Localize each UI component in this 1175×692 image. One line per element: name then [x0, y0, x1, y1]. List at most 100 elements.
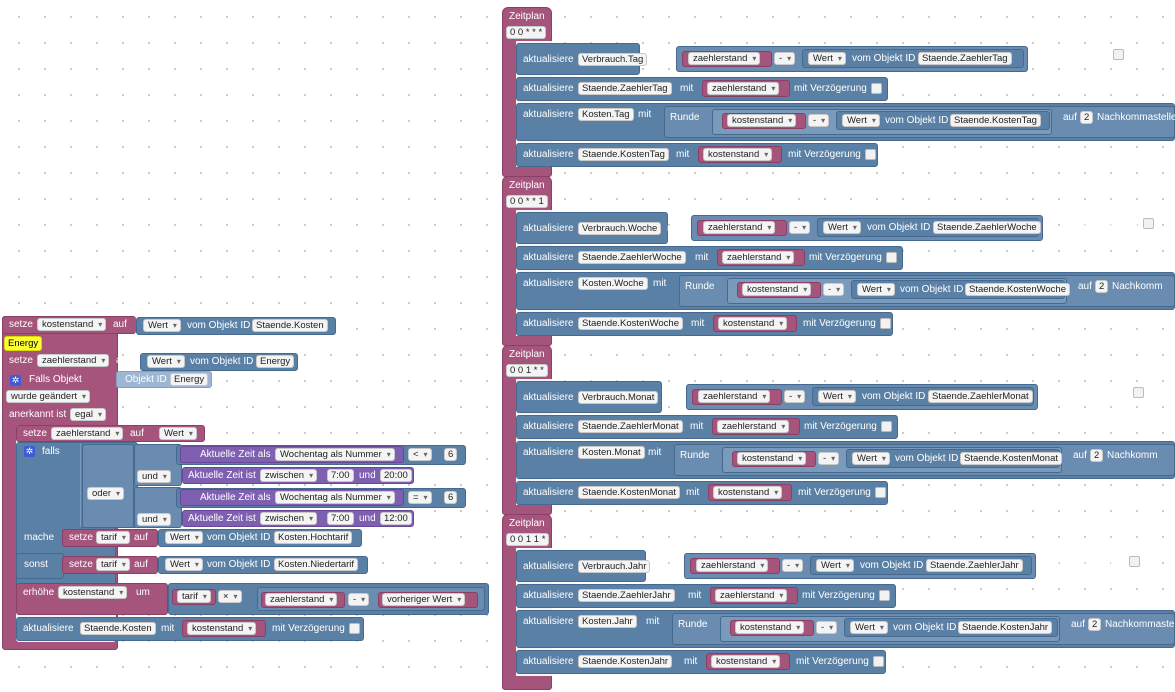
minus-op-dropdown[interactable]: - — [784, 390, 806, 403]
var-zaehlerstand-dropdown[interactable]: zaehlerstand — [265, 593, 338, 606]
time-end-input[interactable]: 12:00 — [380, 512, 412, 525]
minus-op-dropdown[interactable]: - — [348, 593, 370, 606]
var-zaehlerstand-dropdown[interactable]: zaehlerstand — [715, 589, 788, 602]
var-zaehlerstand-dropdown[interactable]: zaehlerstand — [722, 251, 795, 264]
object-id-staende-kosten[interactable]: Staende.Kosten — [252, 319, 328, 332]
object-id-staende-kosten[interactable]: Staende.KostenMonat — [960, 452, 1063, 465]
var-kostenstand-dropdown[interactable]: kostenstand — [742, 283, 812, 296]
object-id-staende-kosten[interactable]: Staende.Kosten — [80, 622, 156, 635]
wert-dropdown[interactable]: Wert — [165, 531, 203, 544]
or-block[interactable] — [82, 444, 134, 528]
minus-op-dropdown[interactable]: - — [782, 559, 804, 572]
object-id-staende-kosten[interactable]: Staende.KostenJahr — [958, 621, 1053, 634]
wert-dropdown[interactable]: Wert — [823, 221, 861, 234]
delay-checkbox[interactable] — [871, 83, 882, 94]
wert-dropdown[interactable]: Wert — [857, 283, 895, 296]
digits-input[interactable]: 2 — [1088, 618, 1102, 631]
time-start-input[interactable]: 7:00 — [327, 512, 354, 525]
cron-input[interactable]: 0 0 * * * — [506, 26, 547, 39]
object-id-staende-kosten[interactable]: Staende.KostenWoche — [578, 317, 684, 330]
delay-checkbox[interactable] — [865, 149, 876, 160]
delay-checkbox[interactable] — [880, 318, 891, 329]
var-kostenstand-dropdown[interactable]: kostenstand — [727, 114, 797, 127]
object-id-verbrauch[interactable]: Verbrauch.Woche — [578, 222, 662, 235]
object-id-staende-kosten[interactable]: Staende.KostenJahr — [578, 655, 673, 668]
wert-dropdown[interactable]: Wert — [852, 452, 890, 465]
var-kostenstand-dropdown[interactable]: kostenstand — [37, 318, 107, 331]
var-zaehlerstand-dropdown[interactable]: zaehlerstand — [696, 559, 769, 572]
wert-dropdown[interactable]: Wert — [808, 52, 846, 65]
minus-op-dropdown[interactable]: - — [789, 221, 811, 234]
var-zaehlerstand-dropdown[interactable]: zaehlerstand — [707, 82, 780, 95]
or-dropdown[interactable]: oder — [87, 487, 125, 500]
time-end-input[interactable]: 20:00 — [380, 469, 412, 482]
object-id-staende-zaehler[interactable]: Staende.ZaehlerTag — [578, 82, 672, 95]
object-id-energy[interactable]: Energy — [256, 355, 295, 368]
digits-input[interactable]: 2 — [1090, 449, 1104, 462]
trigger-change-dropdown[interactable]: wurde geändert — [6, 390, 91, 403]
delay-checkbox[interactable] — [1143, 218, 1154, 229]
object-id-kosten[interactable]: Kosten.Monat — [578, 446, 645, 459]
wert-dropdown[interactable]: Wert — [147, 355, 185, 368]
var-kostenstand-dropdown[interactable]: kostenstand — [718, 317, 788, 330]
object-id-staende-zaehler[interactable]: Staende.ZaehlerWoche — [578, 251, 686, 264]
delay-checkbox[interactable] — [879, 590, 890, 601]
delay-checkbox[interactable] — [349, 623, 360, 634]
minus-op-dropdown[interactable]: - — [816, 621, 838, 634]
var-tarif-dropdown[interactable]: tarif — [177, 590, 211, 603]
delay-checkbox[interactable] — [881, 421, 892, 432]
multiply-op-dropdown[interactable]: × — [218, 590, 242, 603]
wert-dropdown[interactable]: Wert — [159, 427, 197, 440]
delay-checkbox[interactable] — [886, 252, 897, 263]
number-6-input[interactable]: 6 — [444, 448, 458, 461]
var-kostenstand-dropdown[interactable]: kostenstand — [713, 486, 783, 499]
object-id-staende-zaehler[interactable]: Staende.ZaehlerWoche — [933, 221, 1041, 234]
var-zaehlerstand-dropdown[interactable]: zaehlerstand — [51, 427, 124, 440]
object-id-verbrauch[interactable]: Verbrauch.Jahr — [578, 560, 651, 573]
gear-icon[interactable]: ✲ — [10, 375, 21, 386]
ack-dropdown[interactable]: egal — [70, 408, 106, 421]
object-id-hochtarif[interactable]: Kosten.Hochtarif — [274, 531, 353, 544]
previous-value-dropdown[interactable]: vorheriger Wert — [382, 593, 466, 606]
object-id-kosten[interactable]: Kosten.Tag — [578, 108, 634, 121]
and-dropdown[interactable]: und — [137, 513, 171, 526]
var-zaehlerstand-dropdown[interactable]: zaehlerstand — [698, 390, 771, 403]
cron-input[interactable]: 0 0 * * 1 — [506, 195, 548, 208]
object-id-staende-kosten[interactable]: Staende.KostenMonat — [578, 486, 681, 499]
object-id-staende-kosten[interactable]: Staende.KostenTag — [950, 114, 1041, 127]
var-tarif-dropdown[interactable]: tarif — [96, 558, 130, 571]
object-id-kosten[interactable]: Kosten.Jahr — [578, 615, 637, 628]
minus-op-dropdown[interactable]: - — [823, 283, 845, 296]
compare-op-dropdown[interactable]: = — [408, 491, 432, 504]
var-zaehlerstand-dropdown[interactable]: zaehlerstand — [717, 420, 790, 433]
minus-op-dropdown[interactable]: - — [774, 52, 796, 65]
var-kostenstand-dropdown[interactable]: kostenstand — [735, 621, 805, 634]
cron-input[interactable]: 0 0 1 * * — [506, 364, 548, 377]
digits-input[interactable]: 2 — [1080, 111, 1094, 124]
object-id-staende-zaehler[interactable]: Staende.ZaehlerMonat — [578, 420, 683, 433]
between-dropdown[interactable]: zwischen — [260, 469, 318, 482]
weekday-format-dropdown[interactable]: Wochentag als Nummer — [275, 448, 395, 461]
time-start-input[interactable]: 7:00 — [327, 469, 354, 482]
var-tarif-dropdown[interactable]: tarif — [96, 531, 130, 544]
compare-op-dropdown[interactable]: < — [408, 448, 432, 461]
wert-dropdown[interactable]: Wert — [850, 621, 888, 634]
delay-checkbox[interactable] — [1129, 556, 1140, 567]
var-zaehlerstand-dropdown[interactable]: zaehlerstand — [688, 52, 761, 65]
delay-checkbox[interactable] — [873, 656, 884, 667]
object-id-staende-zaehler[interactable]: Staende.ZaehlerMonat — [928, 390, 1033, 403]
var-kostenstand-dropdown[interactable]: kostenstand — [711, 655, 781, 668]
object-id-verbrauch[interactable]: Verbrauch.Tag — [578, 53, 648, 66]
object-id-staende-kosten[interactable]: Staende.KostenWoche — [965, 283, 1071, 296]
gear-icon[interactable]: ✲ — [24, 446, 35, 457]
trigger-object-energy[interactable]: Energy — [170, 373, 209, 386]
object-id-verbrauch[interactable]: Verbrauch.Monat — [578, 391, 659, 404]
delay-checkbox[interactable] — [1133, 387, 1144, 398]
object-id-staende-zaehler[interactable]: Staende.ZaehlerJahr — [926, 559, 1023, 572]
var-zaehlerstand-dropdown[interactable]: zaehlerstand — [37, 354, 110, 367]
cron-input[interactable]: 0 0 1 1 * — [506, 533, 550, 546]
wert-dropdown[interactable]: Wert — [143, 319, 181, 332]
wert-dropdown[interactable]: Wert — [165, 558, 203, 571]
minus-op-dropdown[interactable]: - — [808, 114, 830, 127]
digits-input[interactable]: 2 — [1095, 280, 1109, 293]
